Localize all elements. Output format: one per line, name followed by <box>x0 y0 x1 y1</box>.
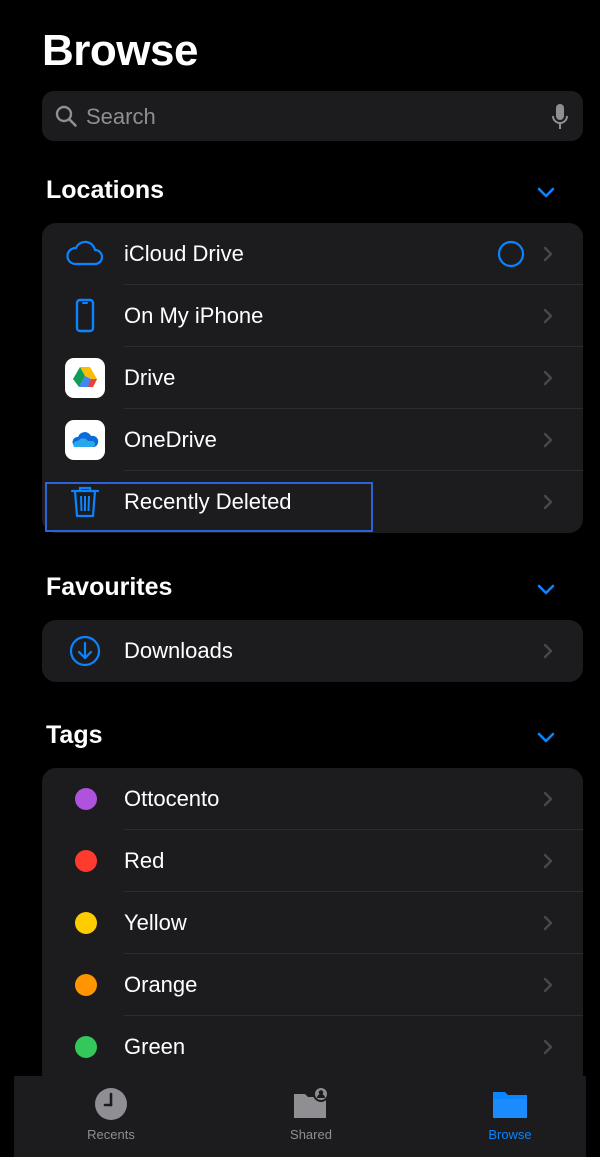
tab-label: Recents <box>87 1127 135 1142</box>
favourite-item-label: Downloads <box>124 638 233 663</box>
onedrive-app-tile <box>65 420 105 460</box>
chevron-right-icon <box>543 246 553 262</box>
files-browse-screen: Browse Locations iCloud Drive <box>0 0 600 1157</box>
tag-color-dot-icon <box>75 912 97 934</box>
folder-icon <box>493 1092 527 1118</box>
tag-item-label: Red <box>124 848 165 873</box>
tab-label: Shared <box>290 1127 332 1142</box>
tag-item-yellow[interactable]: Yellow <box>42 892 583 954</box>
icloud-icon <box>66 240 104 266</box>
tag-item-ottocento[interactable]: Ottocento <box>42 768 583 830</box>
download-circle-icon <box>69 635 101 667</box>
search-icon <box>55 105 77 127</box>
search-input[interactable] <box>84 91 558 143</box>
shared-folder-icon <box>294 1086 329 1118</box>
tab-shared[interactable]: Shared <box>236 1076 386 1157</box>
chevron-down-icon[interactable] <box>536 731 556 745</box>
search-bar[interactable] <box>42 91 583 143</box>
tag-item-label: Yellow <box>124 910 187 935</box>
tag-color-dot-icon <box>75 974 97 996</box>
location-item-drive[interactable]: Drive <box>42 347 583 409</box>
section-title-favourites: Favourites <box>46 573 173 601</box>
tab-label: Browse <box>488 1127 532 1142</box>
microphone-icon[interactable] <box>551 103 569 131</box>
tag-color-dot-icon <box>75 1036 97 1058</box>
chevron-right-icon <box>543 791 553 807</box>
tag-item-red[interactable]: Red <box>42 830 583 892</box>
chevron-right-icon <box>543 977 553 993</box>
location-item-label: Drive <box>124 365 176 390</box>
chevron-right-icon <box>543 308 553 324</box>
chevron-right-icon <box>543 643 553 659</box>
section-title-locations: Locations <box>46 176 165 204</box>
chevron-right-icon <box>543 494 553 510</box>
location-item-icloud-drive[interactable]: iCloud Drive <box>42 223 583 285</box>
tag-item-label: Ottocento <box>124 786 220 811</box>
location-item-onedrive[interactable]: OneDrive <box>42 409 583 471</box>
chevron-right-icon <box>543 1039 553 1055</box>
favourite-item-downloads[interactable]: Downloads <box>42 620 583 682</box>
tab-recents[interactable]: Recents <box>36 1076 186 1157</box>
google-drive-icon <box>73 367 97 387</box>
location-item-label: OneDrive <box>124 427 217 452</box>
recently-deleted-highlight-box <box>45 482 373 532</box>
clock-icon <box>95 1088 127 1120</box>
tags-list: Ottocento Red Yellow Orange Green <box>42 768 583 1088</box>
tab-bar: Recents Shared Browse <box>14 1076 586 1157</box>
tag-color-dot-icon <box>75 850 97 872</box>
chevron-right-icon <box>543 370 553 386</box>
tag-item-label: Green <box>124 1034 186 1059</box>
page-title: Browse <box>42 26 198 75</box>
chevron-down-icon[interactable] <box>536 583 556 597</box>
google-drive-app-tile <box>65 358 105 398</box>
chevron-right-icon <box>543 432 553 448</box>
tag-item-label: Orange <box>124 972 198 997</box>
favourites-list: Downloads <box>42 620 583 682</box>
onedrive-icon <box>72 432 99 447</box>
tab-browse[interactable]: Browse <box>435 1076 585 1157</box>
location-item-label: On My iPhone <box>124 303 264 328</box>
iphone-icon <box>75 298 95 333</box>
chevron-right-icon <box>543 915 553 931</box>
sync-status-circle-icon <box>497 240 525 268</box>
chevron-right-icon <box>543 853 553 869</box>
tag-item-orange[interactable]: Orange <box>42 954 583 1016</box>
tag-color-dot-icon <box>75 788 97 810</box>
location-item-label: iCloud Drive <box>124 241 244 266</box>
location-item-on-my-iphone[interactable]: On My iPhone <box>42 285 583 347</box>
chevron-down-icon[interactable] <box>536 186 556 200</box>
section-title-tags: Tags <box>46 721 103 749</box>
tag-item-green[interactable]: Green <box>42 1016 583 1078</box>
